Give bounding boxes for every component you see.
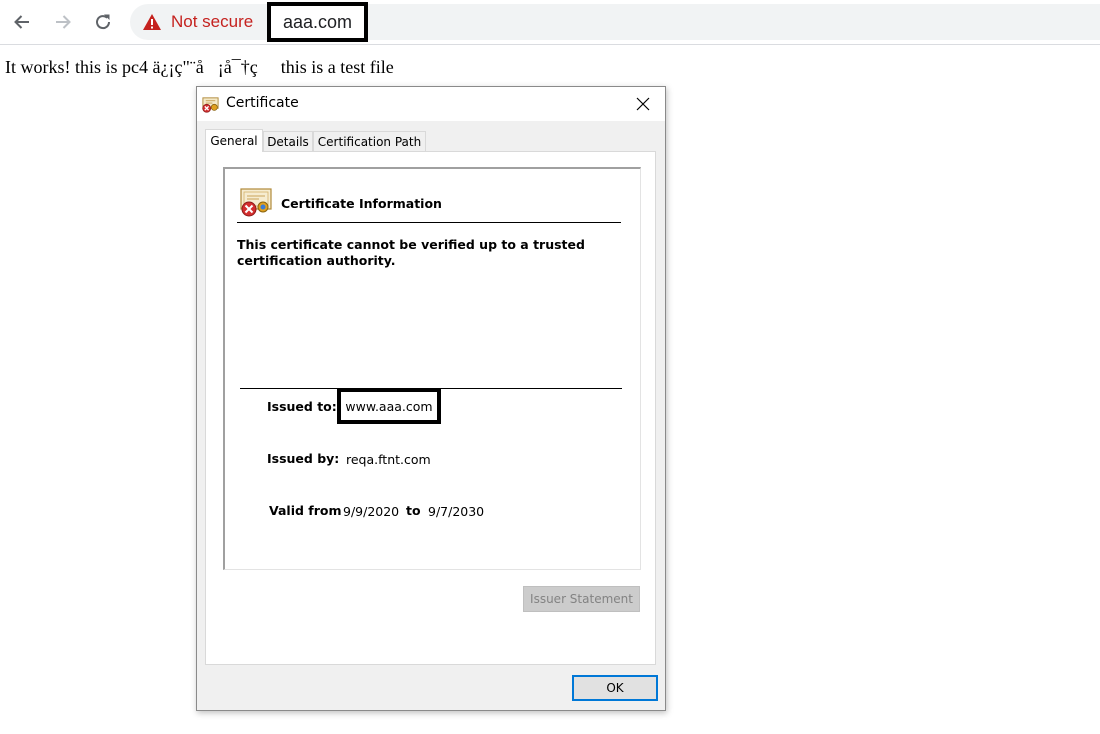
close-button[interactable]	[621, 87, 665, 121]
page-body-text: It works! this is pc4 ä¿¡ç"¨å ¡å¯†ç   th…	[5, 57, 394, 77]
issued-by-value: reqa.ftnt.com	[346, 452, 431, 467]
valid-from-label: Valid from	[269, 503, 342, 518]
general-tab-panel: Certificate Information This certificate…	[205, 151, 656, 665]
issued-by-label: Issued by:	[267, 451, 340, 466]
issued-to-value: www.aaa.com	[337, 388, 441, 424]
divider	[237, 222, 621, 223]
close-icon	[636, 97, 650, 111]
dialog-titlebar[interactable]: Certificate	[197, 87, 665, 121]
dialog-title: Certificate	[226, 95, 299, 111]
certificate-error-icon	[202, 97, 219, 113]
issued-to-label: Issued to:	[267, 399, 337, 414]
certificate-info-heading: Certificate Information	[281, 196, 442, 211]
url-text[interactable]: aaa.com	[267, 2, 369, 42]
security-indicator[interactable]: Not secure	[142, 4, 253, 40]
certificate-error-icon	[240, 188, 272, 217]
warning-triangle-icon	[143, 14, 161, 30]
tab-certification-path[interactable]: Certification Path	[313, 131, 426, 152]
reload-icon	[96, 14, 111, 30]
certificate-dialog: Certificate General Details Certificatio…	[196, 86, 666, 711]
valid-to-value: 9/7/2030	[428, 504, 485, 519]
certificate-info-box: Certificate Information This certificate…	[223, 167, 641, 570]
reload-button[interactable]	[89, 8, 117, 36]
address-bar[interactable]: Not secure aaa.com	[130, 2, 1100, 42]
tab-details[interactable]: Details	[263, 131, 313, 152]
arrow-left-icon	[14, 15, 29, 29]
browser-toolbar: Not secure aaa.com	[0, 0, 1100, 45]
valid-from-value: 9/9/2020	[343, 504, 400, 519]
not-secure-label: Not secure	[171, 12, 254, 31]
back-button[interactable]	[8, 8, 36, 36]
tab-general[interactable]: General	[205, 129, 263, 152]
forward-button[interactable]	[49, 8, 77, 36]
valid-to-label: to	[406, 503, 421, 518]
certificate-warning-message: This certificate cannot be verified up t…	[237, 237, 585, 268]
arrow-right-icon	[56, 15, 71, 29]
ok-button[interactable]: OK	[572, 675, 658, 701]
issuer-statement-button[interactable]: Issuer Statement	[523, 586, 640, 612]
